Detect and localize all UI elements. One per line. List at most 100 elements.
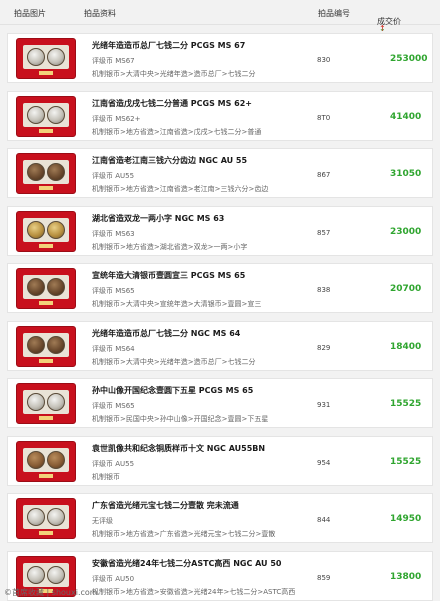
lot-grade: 评级币 MS67	[92, 57, 135, 65]
site-watermark: ©首席收藏 | shouxi.com	[4, 588, 98, 597]
lot-number: 838	[317, 286, 331, 294]
lot-grade: 评级币 MS65	[92, 287, 135, 295]
lot-number: 8T0	[317, 113, 331, 122]
lot-price: 14950	[390, 514, 422, 524]
lot-grade: 评级币 MS62+	[92, 114, 141, 123]
coin-obverse-icon	[27, 450, 45, 469]
lot-title[interactable]: 江南省造老江南三钱六分齿边 NGC AU 55	[92, 155, 247, 166]
coin-slab-window	[23, 505, 69, 529]
lot-category: 机制银币>大清中央>宣统年造>大清银币>壹圆>宣三	[92, 300, 262, 308]
coin-obverse-icon	[27, 393, 45, 411]
lot-price: 15525	[390, 456, 422, 467]
lot-grade: 评级币 AU55	[92, 459, 135, 468]
coin-reverse-icon	[47, 105, 65, 124]
lot-category: 机制银币>地方省造>湖北省造>双龙>一两>小字	[92, 242, 248, 251]
lot-price: 23000	[390, 226, 422, 237]
lot-row[interactable]: 宣统年造大清银币壹圆宣三 PCGS MS 65 评级币 MS65 机制银币>大清中央…	[7, 263, 433, 313]
lot-grade: 评级币 MS63	[92, 229, 135, 238]
lot-row[interactable]: 湖北省造双龙一两小字 NGC MS 63 评级币 MS63 机制银币>地方省造>湖北…	[7, 205, 433, 256]
coin-reverse-icon	[47, 278, 65, 296]
lot-grade: 评级币 MS65	[92, 402, 135, 410]
coin-slab-window	[23, 45, 69, 69]
coin-obverse-icon	[27, 48, 45, 66]
lot-price: 13800	[390, 571, 422, 582]
coin-reverse-icon	[47, 450, 65, 469]
sort-up-icon[interactable]: ↑	[379, 24, 386, 33]
coin-slab-window	[23, 217, 69, 242]
coin-thumbnail[interactable]	[16, 153, 76, 194]
coin-thumbnail[interactable]	[16, 268, 76, 309]
coin-thumbnail[interactable]	[16, 95, 76, 137]
coin-thumbnail[interactable]	[16, 498, 76, 539]
lot-number: 931	[317, 401, 331, 409]
lot-category: 机制银币>地方省造>广东省造>光绪元宝>七钱二分>壹散	[92, 530, 276, 538]
table-header: 拍品图片 拍品资料 拍品编号 成交价 ↓ ↑	[0, 0, 440, 33]
lot-price: 253000	[390, 54, 428, 64]
lot-grade: 评级币 MS64	[92, 344, 135, 353]
coin-thumbnail[interactable]	[16, 325, 76, 367]
coin-thumbnail[interactable]	[16, 210, 76, 252]
header-image-label: 拍品图片	[14, 9, 46, 18]
coin-reverse-icon	[47, 508, 65, 526]
lot-category: 机制银币>大清中央>光绪年造>造币总厂>七钱二分	[92, 70, 256, 78]
lot-title[interactable]: 孙中山像开国纪念壹圆下五星 PCGS MS 65	[92, 385, 253, 396]
lot-title[interactable]: 湖北省造双龙一两小字 NGC MS 63	[92, 213, 224, 224]
coin-slab-window	[23, 160, 69, 184]
lot-title[interactable]: 广东省造光绪元宝七钱二分壹散 完未流通	[92, 500, 239, 511]
lot-title[interactable]: 光绪年造造币总厂七钱二分 PCGS MS 67	[92, 40, 245, 51]
coin-obverse-icon	[27, 220, 45, 239]
coin-reverse-icon	[47, 220, 65, 239]
lot-title[interactable]: 光绪年造造币总厂七钱二分 NGC MS 64	[92, 328, 240, 339]
coin-obverse-icon	[27, 335, 45, 354]
coin-thumbnail[interactable]	[16, 383, 76, 424]
lot-price: 18400	[390, 341, 422, 352]
lot-title[interactable]: 袁世凯像共和纪念铜质样币十文 NGC AU55BN	[92, 443, 265, 454]
coin-obverse-icon	[27, 163, 45, 181]
lot-grade: 评级币 AU50	[92, 574, 135, 583]
coin-reverse-icon	[47, 48, 65, 66]
coin-slab-window	[23, 562, 69, 587]
lot-number: 867	[317, 171, 331, 179]
slab-label-icon	[39, 71, 53, 75]
coin-reverse-icon	[47, 393, 65, 411]
lot-row[interactable]: 广东省造光绪元宝七钱二分壹散 完未流通 无评级机制银币>地方省造>广东省造>光绪元…	[7, 493, 433, 543]
coin-reverse-icon	[47, 565, 65, 584]
lot-row[interactable]: 孙中山像开国纪念壹圆下五星 PCGS MS 65 评级币 MS65 机制银币>民国中…	[7, 378, 433, 428]
coin-obverse-icon	[27, 105, 45, 124]
lot-category: 机制银币>地方省造>江南省造>戊戌>七钱二分>普通	[92, 127, 262, 136]
coin-thumbnail[interactable]	[16, 440, 76, 482]
coin-obverse-icon	[27, 565, 45, 584]
slab-label-icon	[39, 416, 53, 420]
coin-slab-window	[23, 275, 69, 299]
slab-label-icon	[39, 243, 53, 248]
lot-row[interactable]: 光绪年造造币总厂七钱二分 PCGS MS 67 评级币 MS67 机制银币>大清中央…	[7, 33, 433, 83]
lot-number: 830	[317, 56, 331, 64]
lot-category: 机制银币>大清中央>光绪年造>造币总厂>七钱二分	[92, 357, 256, 366]
coin-reverse-icon	[47, 335, 65, 354]
lot-row[interactable]: 袁世凯像共和纪念铜质样币十文 NGC AU55BN 评级币 AU55 机制银币 954…	[7, 435, 433, 486]
lot-row[interactable]: 光绪年造造币总厂七钱二分 NGC MS 64 评级币 MS64 机制银币>大清中央>…	[7, 320, 433, 371]
lot-title[interactable]: 宣统年造大清银币壹圆宣三 PCGS MS 65	[92, 270, 245, 281]
coin-thumbnail[interactable]	[16, 38, 76, 79]
lot-price: 41400	[390, 111, 422, 122]
lot-category: 机制银币>地方省造>江南省造>老江南>三钱六分>齿边	[92, 185, 269, 193]
lot-grade: 无评级	[92, 517, 113, 525]
coin-slab-window	[23, 102, 69, 127]
coin-slab-window	[23, 390, 69, 414]
lot-grade: 评级币 AU55	[92, 172, 135, 180]
lot-title[interactable]: 江南省造戊戌七钱二分普通 PCGS MS 62+	[92, 98, 252, 109]
lot-row[interactable]: 江南省造戊戌七钱二分普通 PCGS MS 62+ 评级币 MS62+ 机制银币>地方…	[7, 90, 433, 141]
slab-label-icon	[39, 531, 53, 535]
slab-label-icon	[39, 128, 53, 133]
lot-category: 机制银币	[92, 472, 120, 481]
lot-number: 844	[317, 516, 331, 524]
lot-number: 829	[317, 343, 331, 352]
lot-row[interactable]: 江南省造老江南三钱六分齿边 NGC AU 55 评级币 AU55 机制银币>地方省造…	[7, 148, 433, 198]
lot-number: 859	[317, 573, 331, 582]
lot-category: 机制银币>民国中央>孙中山像>开国纪念>壹圆>下五星	[92, 415, 269, 423]
coin-reverse-icon	[47, 163, 65, 181]
lot-price: 20700	[390, 284, 422, 294]
lot-title[interactable]: 安徽省造光绪24年七钱二分ASTC高西 NGC AU 50	[92, 558, 281, 569]
header-lot-label[interactable]: 拍品编号	[318, 8, 350, 19]
slab-label-icon	[39, 358, 53, 363]
